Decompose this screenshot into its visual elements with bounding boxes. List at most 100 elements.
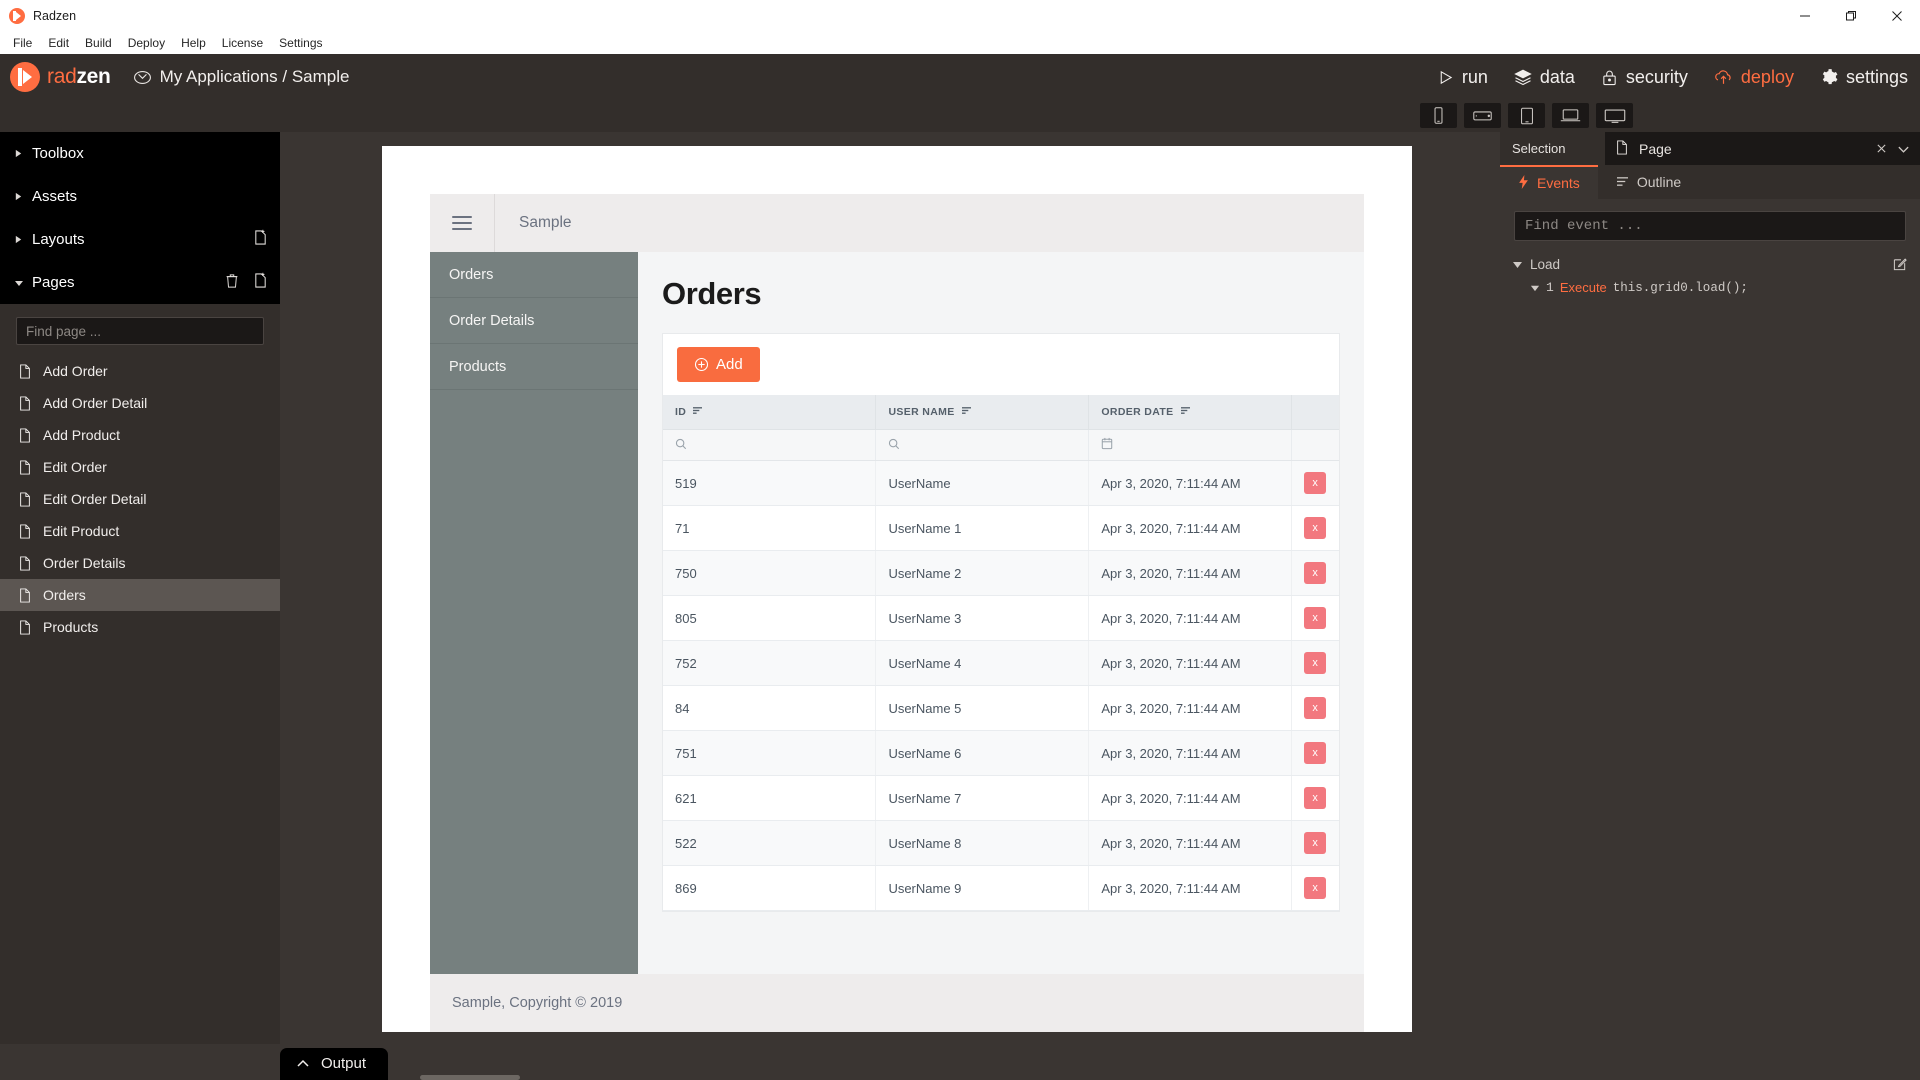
delete-row-button[interactable]: x <box>1304 832 1327 854</box>
breadcrumb[interactable]: My Applications / Sample <box>133 67 349 87</box>
radzen-brand[interactable]: radzen <box>10 62 111 92</box>
sort-icon[interactable] <box>1180 406 1191 418</box>
event-load-row[interactable]: Load <box>1500 251 1920 277</box>
grid-toolbar: Add <box>663 334 1339 395</box>
sidebar-section-toolbox[interactable]: Toolbox <box>0 132 280 175</box>
find-page-input[interactable] <box>26 323 254 339</box>
table-row[interactable]: 752 UserName 4 Apr 3, 2020, 7:11:44 AM x <box>663 640 1339 686</box>
sidebar-section-layouts[interactable]: Layouts <box>0 218 280 261</box>
selected-component-chip[interactable]: Page <box>1605 132 1920 165</box>
add-order-button[interactable]: Add <box>677 347 760 382</box>
minimize-icon[interactable] <box>1782 0 1828 32</box>
hamburger-menu-icon[interactable] <box>452 216 472 230</box>
delete-row-button[interactable]: x <box>1304 697 1327 719</box>
sidebar-page-add-order-detail[interactable]: Add Order Detail <box>0 387 280 419</box>
horizontal-scrollbar-thumb[interactable] <box>420 1075 520 1080</box>
nav-run[interactable]: run <box>1437 67 1488 88</box>
menu-item-file[interactable]: File <box>5 33 40 53</box>
table-row[interactable]: 750 UserName 2 Apr 3, 2020, 7:11:44 AM x <box>663 550 1339 596</box>
sidebar-section-pages[interactable]: Pages <box>0 261 280 304</box>
preview-menu-orders[interactable]: Orders <box>430 252 638 298</box>
find-event-field[interactable] <box>1514 211 1906 241</box>
delete-row-button[interactable]: x <box>1304 742 1327 764</box>
add-page-icon[interactable] <box>253 272 268 293</box>
sidebar-page-add-product[interactable]: Add Product <box>0 419 280 451</box>
calendar-icon[interactable] <box>1101 437 1113 453</box>
table-row[interactable]: 519 UserName Apr 3, 2020, 7:11:44 AM x <box>663 460 1339 506</box>
phone-landscape-icon[interactable] <box>1464 103 1501 128</box>
sidebar-page-orders[interactable]: Orders <box>0 579 280 611</box>
menu-item-deploy[interactable]: Deploy <box>120 33 173 53</box>
table-row[interactable]: 805 UserName 3 Apr 3, 2020, 7:11:44 AM x <box>663 595 1339 641</box>
nav-deploy[interactable]: deploy <box>1714 67 1794 88</box>
tablet-icon[interactable] <box>1508 103 1545 128</box>
radzen-logo-icon <box>10 62 40 92</box>
add-layout-icon[interactable] <box>253 229 268 250</box>
sidebar-page-products[interactable]: Products <box>0 611 280 643</box>
chevron-down-icon[interactable] <box>1897 144 1910 154</box>
sidebar-page-edit-order[interactable]: Edit Order <box>0 451 280 483</box>
menu-item-settings[interactable]: Settings <box>271 33 330 53</box>
find-event-input[interactable] <box>1525 218 1895 234</box>
nav-security[interactable]: security <box>1601 67 1688 88</box>
preview-menu-order-details[interactable]: Order Details <box>430 298 638 344</box>
menu-item-edit[interactable]: Edit <box>40 33 77 53</box>
delete-row-button[interactable]: x <box>1304 562 1327 584</box>
tab-events[interactable]: Events <box>1500 165 1598 199</box>
sidebar-page-edit-order-detail[interactable]: Edit Order Detail <box>0 483 280 515</box>
maximize-icon[interactable] <box>1828 0 1874 32</box>
sort-icon[interactable] <box>961 406 972 418</box>
edit-icon[interactable] <box>1893 257 1907 271</box>
delete-row-button[interactable]: x <box>1304 607 1327 629</box>
menu-item-license[interactable]: License <box>214 33 271 53</box>
filter-cell-orderdate[interactable] <box>1088 429 1293 461</box>
nav-deploy-label: deploy <box>1740 66 1794 87</box>
phone-portrait-icon[interactable] <box>1420 103 1457 128</box>
delete-row-button[interactable]: x <box>1304 877 1327 899</box>
filter-cell-id[interactable] <box>663 429 877 461</box>
brand-wordmark: radzen <box>47 65 111 89</box>
sort-icon[interactable] <box>692 406 703 418</box>
preview-menu-products[interactable]: Products <box>430 344 638 390</box>
desktop-icon[interactable] <box>1596 103 1633 128</box>
grid-col-id[interactable]: ID <box>663 395 877 430</box>
cell-id: 752 <box>663 640 877 686</box>
grid-col-username[interactable]: USER NAME <box>875 395 1090 430</box>
preview-topbar: Sample <box>430 194 1364 252</box>
search-icon[interactable] <box>888 438 900 453</box>
sidebar-section-toolbox-label: Toolbox <box>32 145 84 162</box>
close-icon[interactable] <box>1876 143 1887 154</box>
chevron-down-icon[interactable] <box>1530 283 1540 293</box>
preview-app-name: Sample <box>519 214 572 231</box>
laptop-icon[interactable] <box>1552 103 1589 128</box>
output-tab[interactable]: Output <box>280 1048 389 1080</box>
delete-row-button[interactable]: x <box>1304 517 1327 539</box>
output-tab-label: Output <box>321 1055 367 1072</box>
sidebar-page-add-order[interactable]: Add Order <box>0 355 280 387</box>
close-icon[interactable] <box>1874 0 1920 32</box>
table-row[interactable]: 869 UserName 9 Apr 3, 2020, 7:11:44 AM x <box>663 865 1339 911</box>
nav-settings[interactable]: settings <box>1820 67 1908 88</box>
menu-item-build[interactable]: Build <box>77 33 120 53</box>
sidebar-page-edit-product[interactable]: Edit Product <box>0 515 280 547</box>
find-page-field[interactable] <box>16 317 264 345</box>
table-row[interactable]: 522 UserName 8 Apr 3, 2020, 7:11:44 AM x <box>663 820 1339 866</box>
delete-row-button[interactable]: x <box>1304 787 1327 809</box>
table-row[interactable]: 84 UserName 5 Apr 3, 2020, 7:11:44 AM x <box>663 685 1339 731</box>
sidebar-page-order-details[interactable]: Order Details <box>0 547 280 579</box>
search-icon[interactable] <box>675 438 687 453</box>
table-row[interactable]: 751 UserName 6 Apr 3, 2020, 7:11:44 AM x <box>663 730 1339 776</box>
event-action-row[interactable]: 1 Execute this.grid0.load(); <box>1500 277 1920 298</box>
delete-row-button[interactable]: x <box>1304 472 1327 494</box>
grid-col-orderdate[interactable]: ORDER DATE <box>1088 395 1293 430</box>
table-row[interactable]: 71 UserName 1 Apr 3, 2020, 7:11:44 AM x <box>663 505 1339 551</box>
menu-item-help[interactable]: Help <box>173 33 214 53</box>
delete-page-icon[interactable] <box>225 273 239 293</box>
tab-outline[interactable]: Outline <box>1597 165 1700 199</box>
sidebar-section-assets[interactable]: Assets <box>0 175 280 218</box>
chevron-down-icon[interactable] <box>1512 259 1523 270</box>
filter-cell-username[interactable] <box>875 429 1090 461</box>
nav-data[interactable]: data <box>1514 67 1575 88</box>
table-row[interactable]: 621 UserName 7 Apr 3, 2020, 7:11:44 AM x <box>663 775 1339 821</box>
delete-row-button[interactable]: x <box>1304 652 1327 674</box>
